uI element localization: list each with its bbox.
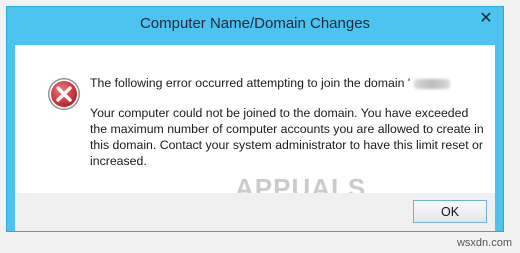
button-bar: OK — [15, 193, 495, 231]
dialog-frame: Computer Name/Domain Changes ✕ The follo… — [6, 6, 504, 232]
ok-button[interactable]: OK — [413, 200, 487, 223]
error-headline-text: The following error occurred attempting … — [90, 76, 411, 90]
watermark-site: wsxdn.com — [456, 237, 512, 249]
message-area: The following error occurred attempting … — [90, 75, 485, 169]
dialog-content: The following error occurred attempting … — [15, 45, 495, 203]
redacted-domain — [414, 78, 451, 89]
dialog-title: Computer Name/Domain Changes — [139, 15, 371, 32]
error-body: Your computer could not be joined to the… — [90, 106, 484, 168]
title-bar[interactable]: Computer Name/Domain Changes ✕ — [7, 7, 503, 45]
close-button[interactable]: ✕ — [472, 9, 500, 29]
dialog-window: Computer Name/Domain Changes ✕ The follo… — [0, 0, 520, 253]
close-icon: ✕ — [479, 10, 493, 27]
error-headline: The following error occurred attempting … — [90, 75, 485, 91]
error-icon — [48, 78, 80, 110]
